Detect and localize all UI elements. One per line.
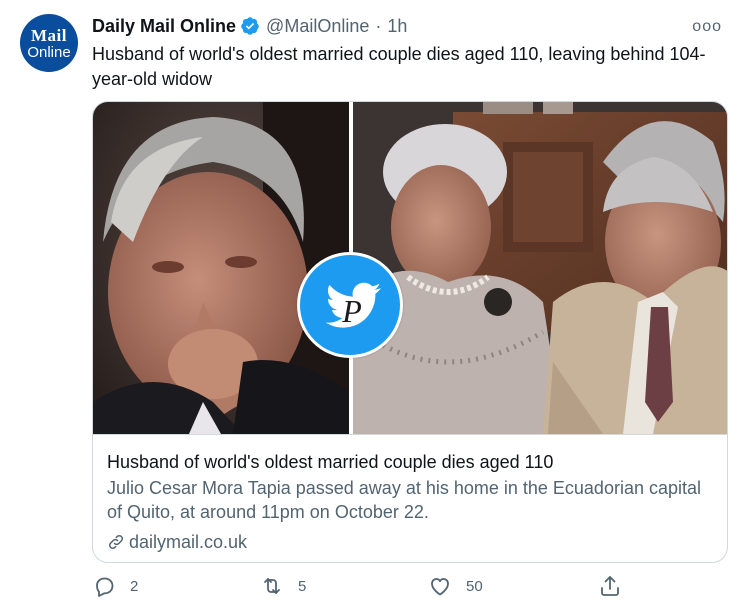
more-options-icon[interactable]: ooo: [692, 18, 722, 36]
twitter-bird-watermark-icon: P: [297, 252, 403, 358]
like-button[interactable]: 50: [428, 574, 483, 598]
verified-badge-icon: [241, 17, 259, 35]
retweet-button[interactable]: 5: [260, 574, 306, 598]
account-name[interactable]: Daily Mail Online: [92, 16, 236, 37]
account-handle[interactable]: @MailOnline: [266, 16, 369, 37]
watermark-letter: P: [341, 293, 362, 329]
link-icon: [108, 534, 124, 550]
card-body[interactable]: Husband of world's oldest married couple…: [93, 434, 727, 562]
tweet-action-bar: 2 5 50: [92, 574, 652, 602]
retweet-count: 5: [298, 577, 307, 595]
avatar[interactable]: Mail Online: [20, 14, 78, 72]
share-button[interactable]: [598, 574, 622, 598]
card-title: Husband of world's oldest married couple…: [107, 452, 554, 472]
reply-count: 2: [130, 577, 139, 595]
reply-button[interactable]: 2: [92, 574, 138, 598]
card-description: Julio Cesar Mora Tapia passed away at hi…: [107, 478, 701, 522]
tweet-header: Daily Mail Online @MailOnline · 1h: [92, 14, 407, 38]
like-icon: [431, 578, 449, 596]
retweet-icon: [264, 578, 280, 594]
tweet-text: Husband of world's oldest married couple…: [92, 44, 706, 89]
separator-dot: ·: [375, 15, 382, 36]
card-domain-label: dailymail.co.uk: [129, 532, 248, 552]
reply-icon: [96, 577, 114, 597]
card-image-right: [353, 102, 727, 434]
card-domain: dailymail.co.uk: [107, 530, 713, 554]
avatar-logo-line1: Mail: [31, 25, 67, 45]
timestamp[interactable]: 1h: [387, 16, 407, 37]
avatar-logo-line2: Online: [27, 43, 71, 61]
like-count: 50: [466, 577, 483, 595]
link-preview-card[interactable]: P Husband of world's oldest married coup…: [92, 101, 728, 563]
share-icon: [601, 576, 619, 596]
